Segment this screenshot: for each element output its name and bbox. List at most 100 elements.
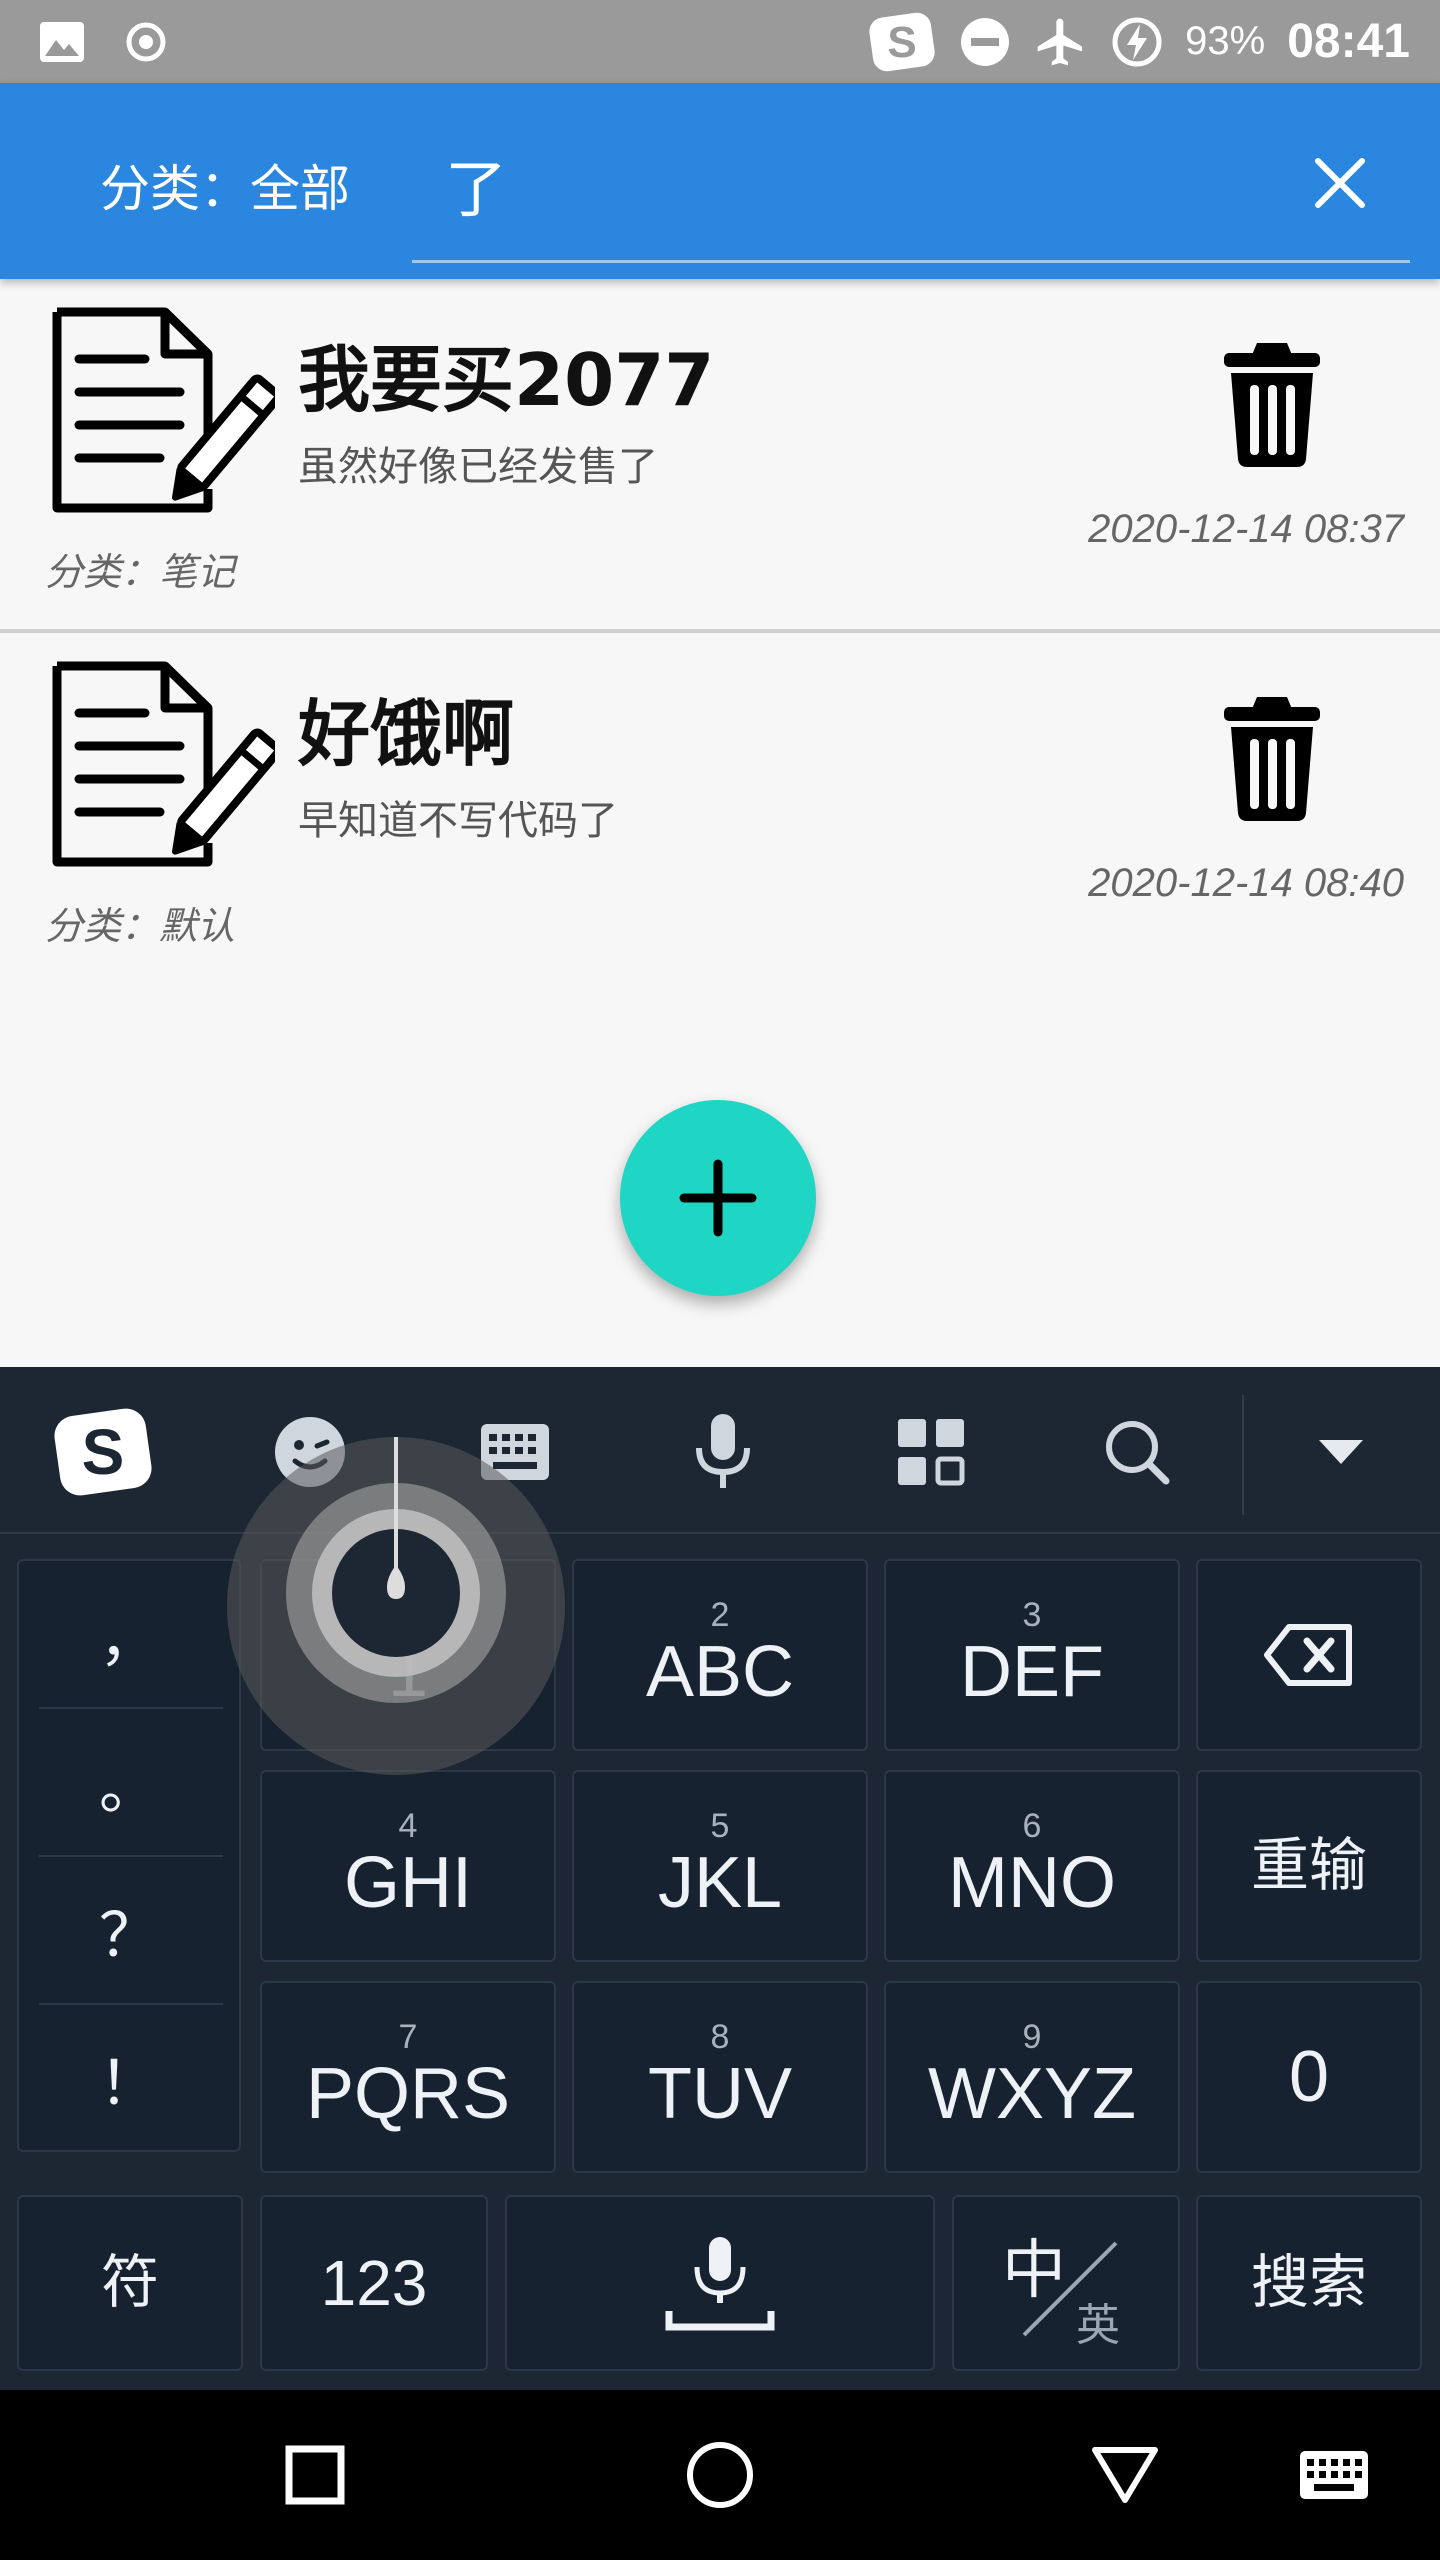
lang-switch-key[interactable]: 中 英 <box>952 2195 1180 2371</box>
svg-text:S: S <box>82 1416 125 1488</box>
dnd-icon <box>961 17 1010 66</box>
punct-period-key[interactable]: 。 <box>27 1709 231 1855</box>
clock: 08:41 <box>1287 15 1410 68</box>
keyboard-icon <box>1300 2451 1368 2499</box>
collapse-icon <box>1319 1440 1363 1464</box>
back-button[interactable] <box>1075 2425 1175 2525</box>
toolbar-separator <box>1242 1395 1244 1515</box>
clear-search-button[interactable] <box>1290 133 1390 233</box>
status-bar: S 93% 08:41 <box>0 0 1440 83</box>
punct-comma-key[interactable]: ， <box>27 1561 231 1707</box>
note-item[interactable]: 好饿啊 早知道不写代码了 分类：默认 2020-12-14 08:40 <box>0 633 1440 985</box>
key-number: 3 <box>1022 1596 1042 1634</box>
sogou-icon: S <box>869 12 935 71</box>
key-number: 4 <box>398 1807 418 1845</box>
key-abc[interactable]: 2 ABC <box>572 1559 868 1751</box>
key-ghi[interactable]: 4 GHI <box>260 1770 556 1962</box>
note-icon <box>52 661 275 867</box>
note-title: 好饿啊 <box>298 692 515 776</box>
key-label: DEF <box>960 1632 1104 1712</box>
key-label: GHI <box>343 1843 472 1923</box>
category-filter[interactable]: 分类：全部 <box>100 149 350 221</box>
note-category: 分类：笔记 <box>45 550 236 594</box>
hide-keyboard-button[interactable] <box>1286 1397 1396 1507</box>
sogou-logo-icon: S <box>54 1408 152 1496</box>
punctuation-column: ， 。 ？ ！ <box>17 1559 241 2152</box>
key-number: 7 <box>398 2018 418 2056</box>
key-number: 6 <box>1022 1807 1042 1845</box>
home-button[interactable] <box>670 2425 770 2525</box>
svg-text:S: S <box>887 18 916 67</box>
trash-icon[interactable] <box>1222 339 1322 469</box>
key-label: 重输 <box>1250 1833 1367 1898</box>
key-label: 搜索 <box>1250 2250 1367 2315</box>
close-icon <box>1315 158 1365 208</box>
key-pqrs[interactable]: 7 PQRS <box>260 1981 556 2173</box>
square-icon <box>285 2445 345 2505</box>
toolbox-button[interactable] <box>876 1397 986 1507</box>
note-category: 分类：默认 <box>45 904 236 948</box>
search-enter-key[interactable]: 搜索 <box>1196 2195 1422 2371</box>
status-right: S 93% 08:41 <box>867 0 1410 83</box>
voice-input-button[interactable] <box>668 1397 778 1507</box>
key-number: 8 <box>710 2018 730 2056</box>
key-wxyz[interactable]: 9 WXYZ <box>884 1981 1180 2173</box>
backspace-icon <box>1264 1624 1352 1686</box>
target-icon <box>126 22 166 62</box>
trash-icon[interactable] <box>1222 693 1322 823</box>
navigation-bar <box>0 2390 1440 2560</box>
key-mno[interactable]: 6 MNO <box>884 1770 1180 1962</box>
key-label: MNO <box>948 1843 1116 1923</box>
image-icon <box>40 22 84 62</box>
key-label: TUV <box>648 2054 792 2134</box>
numbers-key[interactable]: 123 <box>260 2195 488 2371</box>
circle-icon <box>687 2442 753 2508</box>
key-number: 5 <box>710 1807 730 1845</box>
key-label: 符 <box>100 2250 159 2315</box>
keyboard-toolbar: S <box>0 1367 1440 1534</box>
punct-question-key[interactable]: ？ <box>27 1857 231 2003</box>
plus-icon <box>679 1159 757 1237</box>
note-item[interactable]: 我要买2077 虽然好像已经发售了 分类：笔记 2020-12-14 08:37 <box>0 279 1440 631</box>
key-label: WXYZ <box>928 2054 1136 2134</box>
add-note-button[interactable] <box>620 1100 816 1296</box>
app-bar: 分类：全部 了 <box>0 83 1440 279</box>
ime-switch-button[interactable] <box>1284 2425 1384 2525</box>
note-title: 我要买2077 <box>298 338 715 422</box>
battery-percent: 93% <box>1185 19 1266 63</box>
slash-divider <box>1022 2241 1118 2337</box>
sogou-menu-button[interactable]: S <box>48 1397 158 1507</box>
key-label: JKL <box>657 1843 783 1923</box>
reinput-key[interactable]: 重输 <box>1196 1770 1422 1962</box>
search-input[interactable]: 了 <box>445 139 507 229</box>
ime-keyboard: S ， 。 ？ ！ 2 ABC 3 DEF 4 GHI 5 JKL 6 MNO … <box>0 1367 1440 2390</box>
note-icon <box>52 307 275 513</box>
key-label: PQRS <box>305 2054 511 2134</box>
key-number: 2 <box>710 1596 730 1634</box>
keyboard-search-button[interactable] <box>1082 1397 1192 1507</box>
triangle-down-icon <box>1092 2447 1158 2503</box>
key-def[interactable]: 3 DEF <box>884 1559 1180 1751</box>
key-tuv[interactable]: 8 TUV <box>572 1981 868 2173</box>
apps-grid-icon <box>898 1419 965 1486</box>
note-body: 早知道不写代码了 <box>298 798 618 844</box>
key-label: 0 <box>1288 2037 1330 2117</box>
key-label: ABC <box>645 1632 795 1712</box>
key-number: 9 <box>1022 2018 1042 2056</box>
backspace-key[interactable] <box>1196 1559 1422 1751</box>
key-jkl[interactable]: 5 JKL <box>572 1770 868 1962</box>
battery-charging-icon <box>1112 17 1162 66</box>
airplane-icon <box>1037 18 1083 65</box>
key-label: 123 <box>320 2247 428 2319</box>
punct-exclaim-key[interactable]: ！ <box>27 2005 231 2151</box>
note-timestamp: 2020-12-14 08:40 <box>1088 861 1404 905</box>
key-0[interactable]: 0 <box>1196 1981 1422 2173</box>
search-underline <box>412 260 1410 263</box>
touch-ripple <box>227 1437 565 1775</box>
search-icon <box>1106 1421 1170 1485</box>
space-mic-icon <box>665 2237 775 2331</box>
note-timestamp: 2020-12-14 08:37 <box>1088 507 1404 551</box>
symbols-key[interactable]: 符 <box>17 2195 243 2371</box>
space-key[interactable] <box>505 2195 935 2371</box>
recents-button[interactable] <box>265 2425 365 2525</box>
